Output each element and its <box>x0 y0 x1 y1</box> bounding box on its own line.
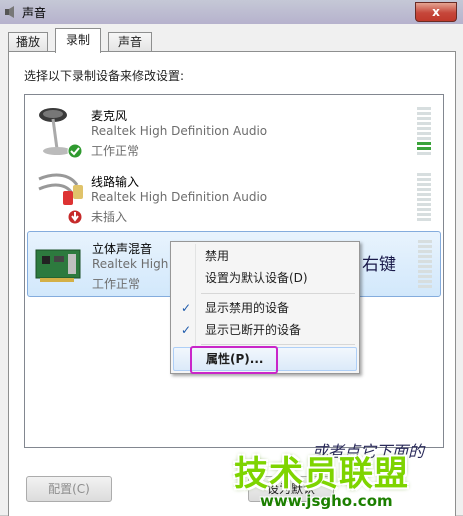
menu-item-label: 显示已断开的设备 <box>205 323 302 337</box>
annotation-right-click: 右键 <box>362 255 396 275</box>
device-name: 麦克风 <box>91 109 128 123</box>
menu-item-show-disconnected[interactable]: ✓ 显示已断开的设备 <box>173 319 357 341</box>
device-description: Realtek High <box>92 257 169 271</box>
close-button[interactable]: x <box>415 2 457 22</box>
device-description: Realtek High Definition Audio <box>91 124 268 138</box>
menu-separator <box>201 344 355 345</box>
menu-item-disable[interactable]: 禁用 <box>173 245 357 267</box>
device-description: Realtek High Definition Audio <box>91 190 268 204</box>
title-bar: 声音 x <box>0 0 463 24</box>
button-label: 配置(C) <box>48 482 90 496</box>
device-item-microphone[interactable]: 麦克风 Realtek High Definition Audio 工作正常 <box>27 99 439 163</box>
sound-card-icon <box>35 249 81 282</box>
device-item-line-in[interactable]: 线路输入 Realtek High Definition Audio 未插入 <box>27 165 439 229</box>
tab-label: 录制 <box>65 33 90 47</box>
tab-label: 播放 <box>15 35 40 49</box>
level-meter <box>417 173 431 223</box>
device-name: 线路输入 <box>91 175 140 189</box>
configure-button[interactable]: 配置(C) <box>26 476 112 502</box>
tab-sounds[interactable]: 声音 <box>108 32 152 52</box>
menu-separator <box>201 293 355 294</box>
check-icon: ✓ <box>181 301 192 315</box>
annotation-highlight-box <box>190 346 278 374</box>
menu-item-set-default[interactable]: 设置为默认设备(D) <box>173 267 357 289</box>
device-status: 工作正常 <box>91 144 140 158</box>
level-meter <box>418 240 432 290</box>
device-status: 工作正常 <box>92 277 141 291</box>
close-icon: x <box>432 5 440 19</box>
window-title: 声音 <box>22 6 47 20</box>
menu-item-show-disabled[interactable]: ✓ 显示禁用的设备 <box>173 297 357 319</box>
watermark-url: www.jsgho.com <box>260 492 393 510</box>
down-arrow-badge-icon <box>67 209 83 225</box>
menu-item-label: 显示禁用的设备 <box>205 301 290 315</box>
instruction-text: 选择以下录制设备来修改设置: <box>24 69 185 83</box>
sound-dialog: 声音 x 播放 录制 声音 选择以下录制设备来修改设置: 麦克风 Realtek… <box>0 0 463 516</box>
device-status: 未插入 <box>91 210 128 224</box>
tab-playback[interactable]: 播放 <box>8 32 48 52</box>
watermark-brand: 技术员联盟 <box>234 454 409 494</box>
level-meter <box>417 107 431 157</box>
menu-item-label: 禁用 <box>205 249 230 263</box>
speaker-icon <box>5 6 14 18</box>
watermark: 技术员联盟 www.jsgho.com <box>234 446 409 510</box>
check-badge-icon <box>67 143 83 159</box>
device-name: 立体声混音 <box>92 242 153 256</box>
tab-recording[interactable]: 录制 <box>55 28 101 53</box>
check-icon: ✓ <box>181 323 192 337</box>
menu-item-label: 设置为默认设备(D) <box>205 271 308 285</box>
tab-label: 声音 <box>117 35 142 49</box>
